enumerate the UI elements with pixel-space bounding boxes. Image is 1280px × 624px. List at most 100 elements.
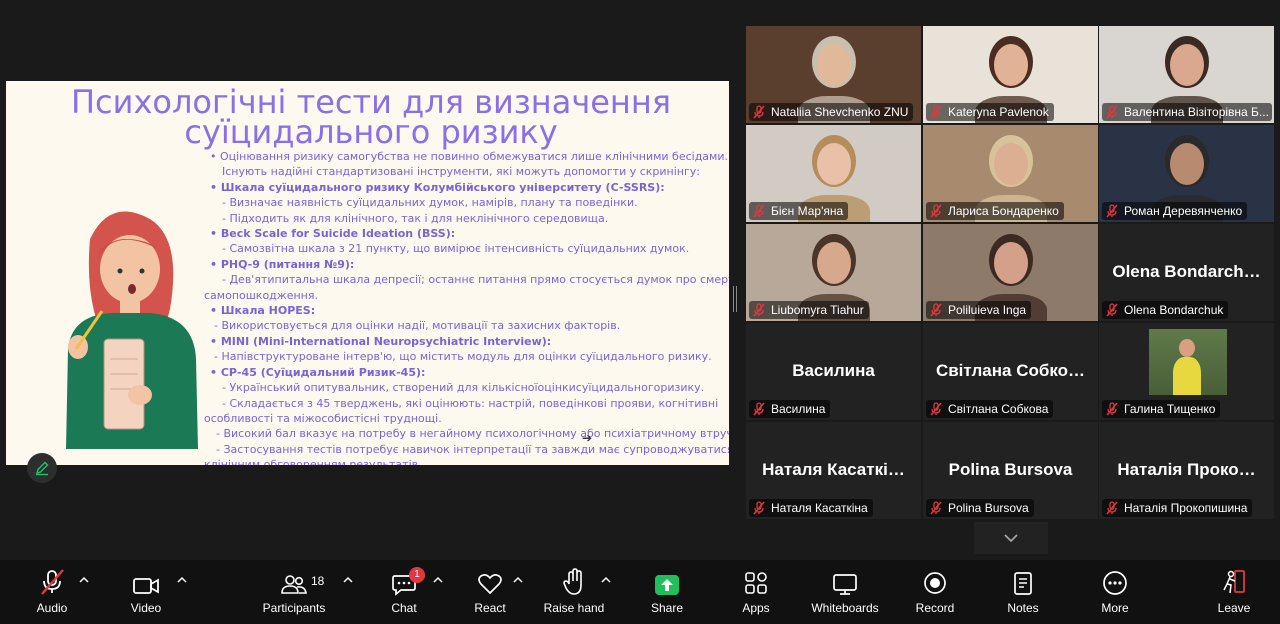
mic-muted-icon xyxy=(1106,105,1118,119)
apps-grid-icon xyxy=(745,572,767,594)
participant-name: Наталя Касаткіна xyxy=(771,501,868,515)
mic-muted-icon xyxy=(753,402,765,416)
shared-screen: Психологічні тести для визначення суїцид… xyxy=(6,81,729,465)
zoom-meeting-window: Психологічні тести для визначення суїцид… xyxy=(0,0,1280,624)
chat-label: Chat xyxy=(391,601,417,615)
raise-hand-options-caret-icon[interactable] xyxy=(600,574,612,586)
participant-tile[interactable]: Poliluieva Inga xyxy=(923,224,1098,321)
participant-display-name: Наталія Проко… xyxy=(1117,460,1256,479)
slide-text-line: • Шкала HOPES: xyxy=(210,304,316,318)
participant-display-name: Світлана Собко… xyxy=(935,361,1086,380)
notes-label: Notes xyxy=(1007,601,1039,615)
video-options-caret-icon[interactable] xyxy=(176,574,188,586)
participant-gallery: Nataliia Shevchenko ZNU Kateryna Pavlenok… xyxy=(746,26,1276,521)
participant-name: Світлана Собкова xyxy=(948,402,1049,416)
microphone-muted-icon xyxy=(41,569,64,595)
more-label: More xyxy=(1101,601,1129,615)
slide-text-line: - Високий бал вказує на потребу в негайн… xyxy=(216,427,729,441)
mic-muted-icon xyxy=(930,204,942,218)
slide-text-line: • PHQ-9 (питання №9): xyxy=(210,257,355,271)
participant-tile[interactable]: Наталя Касаткі… Наталя Касаткіна xyxy=(746,422,921,519)
audio-button[interactable]: Audio xyxy=(30,560,74,624)
slide-text-line: - Застосування тестів потребує навичок і… xyxy=(216,442,729,456)
participant-name-tag: Валентина Візіторівна Б... xyxy=(1102,103,1272,121)
slide-text-line: - Український опитувальник, створений дл… xyxy=(222,381,705,395)
participant-name: Nataliia Shevchenko ZNU xyxy=(771,105,909,119)
slide-text-line: - Підходить як для клінічного, так і для… xyxy=(222,211,609,225)
heart-icon xyxy=(478,574,502,595)
slide-text-line: • Шкала суїцидального ризику Колумбійськ… xyxy=(210,180,665,194)
avatar xyxy=(1149,329,1227,395)
participants-options-caret-icon[interactable] xyxy=(342,574,354,586)
mic-muted-icon xyxy=(753,303,765,317)
apps-button[interactable]: Apps xyxy=(736,560,776,624)
chat-unread-badge: 1 xyxy=(409,567,425,583)
participant-name: Polina Bursova xyxy=(948,501,1029,515)
participant-tile[interactable]: Liubomyra Tiahur xyxy=(746,224,921,321)
participant-name: Liubomyra Tiahur xyxy=(771,303,864,317)
react-options-caret-icon[interactable] xyxy=(512,574,524,586)
record-label: Record xyxy=(915,601,955,615)
participant-tile[interactable]: Валентина Візіторівна Б... xyxy=(1099,26,1274,123)
participant-tile[interactable]: Olena Bondarch… Olena Bondarchuk xyxy=(1099,224,1274,321)
participant-display-name: Наталя Касаткі… xyxy=(762,460,905,479)
participant-tile[interactable]: Світлана Собко… Світлана Собкова xyxy=(923,323,1098,420)
slide-text-line: клінічним обговоренням результатів. xyxy=(204,458,422,465)
video-label: Video xyxy=(130,601,162,615)
participant-name-tag: Василина xyxy=(749,400,831,418)
slide-text-line: - Визначає наявність суїцидальних думок,… xyxy=(222,196,638,210)
participant-name: Kateryna Pavlenok xyxy=(948,105,1049,119)
leave-icon xyxy=(1223,570,1245,594)
participant-tile[interactable]: Галина Тищенко xyxy=(1099,323,1274,420)
participant-name-tag: Галина Тищенко xyxy=(1102,400,1221,418)
participant-tile[interactable]: Polina Bursova Polina Bursova xyxy=(923,422,1098,519)
gallery-expand-button[interactable] xyxy=(974,522,1048,554)
participant-name: Лариса Бондаренко xyxy=(948,204,1059,218)
mouse-cursor-icon: ➔ xyxy=(582,431,593,445)
participant-tile[interactable]: Наталія Проко… Наталія Прокопишина xyxy=(1099,422,1274,519)
audio-options-caret-icon[interactable] xyxy=(78,574,90,586)
slide-text-line: • Оцінювання ризику самогубства не повин… xyxy=(210,150,728,163)
participant-tile[interactable]: Kateryna Pavlenok xyxy=(923,26,1098,123)
slide-text-line: Існують надійні стандартизовані інструме… xyxy=(222,165,700,179)
whiteboard-icon xyxy=(833,574,857,595)
participant-name: Бієн Мар'яна xyxy=(771,204,844,218)
chat-options-caret-icon[interactable] xyxy=(432,574,444,586)
participant-tile[interactable]: Бієн Мар'яна xyxy=(746,125,921,222)
participant-tile[interactable]: Nataliia Shevchenko ZNU xyxy=(746,26,921,123)
participant-name-tag: Liubomyra Tiahur xyxy=(749,301,869,319)
whiteboards-button[interactable]: Whiteboards xyxy=(806,560,884,624)
participant-display-name: Polina Bursova xyxy=(948,460,1073,479)
raise-hand-button[interactable]: Raise hand xyxy=(540,560,608,624)
participant-tile[interactable]: Лариса Бондаренко xyxy=(923,125,1098,222)
video-camera-icon xyxy=(133,578,159,594)
participant-tile[interactable]: Василина Василина xyxy=(746,323,921,420)
participant-name-tag: Наталя Касаткіна xyxy=(749,499,873,517)
whiteboards-label: Whiteboards xyxy=(811,601,879,615)
more-button[interactable]: More xyxy=(1094,560,1136,624)
mic-muted-icon xyxy=(753,501,765,515)
record-button[interactable]: Record xyxy=(910,560,960,624)
panel-resize-handle[interactable] xyxy=(733,286,737,312)
participant-name-tag: Лариса Бондаренко xyxy=(926,202,1064,220)
share-screen-button[interactable]: Share xyxy=(646,560,688,624)
participant-tile[interactable]: Роман Деревянченко xyxy=(1099,125,1274,222)
mic-muted-icon xyxy=(1106,402,1118,416)
notes-button[interactable]: Notes xyxy=(1002,560,1044,624)
video-button[interactable]: Video xyxy=(124,560,168,624)
slide-body: • Оцінювання ризику самогубства не повин… xyxy=(200,149,729,465)
participant-name: Роман Деревянченко xyxy=(1124,204,1243,218)
leave-button[interactable]: Leave xyxy=(1212,560,1256,624)
participant-name-tag: Світлана Собкова xyxy=(926,400,1054,418)
participants-button[interactable]: Participants xyxy=(258,560,330,624)
notes-icon xyxy=(1014,572,1032,595)
annotate-pencil-button[interactable] xyxy=(27,453,57,483)
share-label: Share xyxy=(650,601,684,615)
mic-muted-icon xyxy=(753,204,765,218)
slide-title: Психологічні тести для визначення суїцид… xyxy=(6,86,729,148)
mic-muted-icon xyxy=(930,303,942,317)
slide-text-line: - Напівструктуроване інтерв'ю, що містит… xyxy=(214,350,712,364)
leave-label: Leave xyxy=(1217,601,1251,615)
record-icon xyxy=(924,572,946,594)
react-button[interactable]: React xyxy=(468,560,512,624)
